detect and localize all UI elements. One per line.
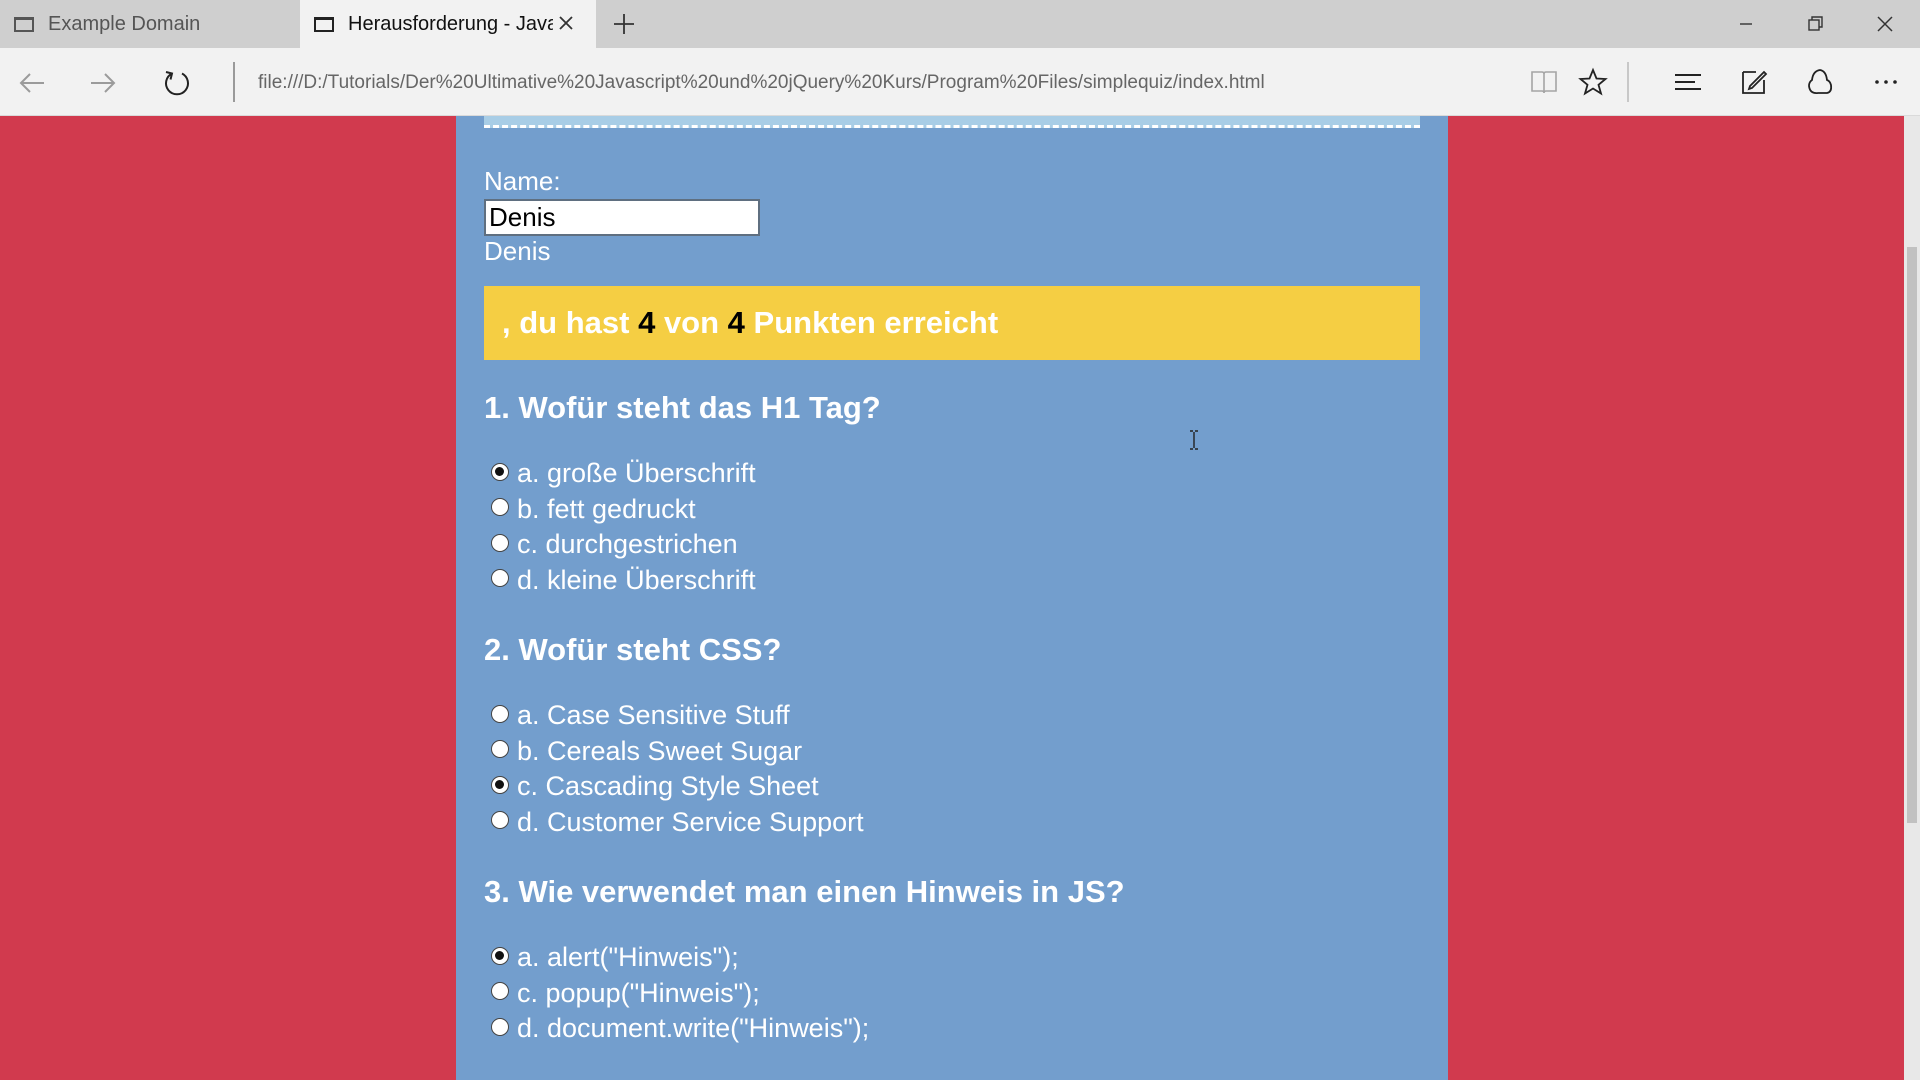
address-separator <box>233 62 235 102</box>
answer-label: b. Cereals Sweet Sugar <box>517 735 803 766</box>
radio-button[interactable] <box>491 740 509 759</box>
address-bar[interactable]: file:///D:/Tutorials/Der%20Ultimative%20… <box>258 68 1508 98</box>
close-icon[interactable] <box>556 13 576 33</box>
reading-view-icon[interactable] <box>1529 67 1559 97</box>
answer-option[interactable]: a. Case Sensitive Stuff <box>484 698 864 734</box>
radio-button[interactable] <box>491 704 509 723</box>
navigation-bar: file:///D:/Tutorials/Der%20Ultimative%20… <box>0 48 1920 116</box>
result-suffix: Punkten erreicht <box>744 305 999 340</box>
answer-option[interactable]: d. kleine Überschrift <box>484 563 881 599</box>
star-icon[interactable] <box>1578 67 1608 97</box>
answer-label: a. große Überschrift <box>517 458 756 489</box>
forward-arrow-icon[interactable] <box>88 68 118 98</box>
question-2: 2. Wofür steht CSS? a. Case Sensitive St… <box>484 632 864 840</box>
answer-option[interactable]: d. Customer Service Support <box>484 805 864 841</box>
vertical-scrollbar[interactable] <box>1904 116 1920 1080</box>
answer-option[interactable]: b. Cereals Sweet Sugar <box>484 734 864 770</box>
result-score: 4 <box>638 305 656 340</box>
tab-example-domain[interactable]: Example Domain <box>0 0 300 48</box>
answer-option[interactable]: d. document.write("Hinweis"); <box>484 1011 1125 1047</box>
answer-label: d. document.write("Hinweis"); <box>517 1013 870 1044</box>
scrollbar-thumb[interactable] <box>1907 247 1917 823</box>
answer-label: c. Cascading Style Sheet <box>517 771 819 802</box>
plus-icon[interactable] <box>612 12 636 36</box>
result-total: 4 <box>727 305 745 340</box>
radio-button[interactable] <box>491 1017 509 1036</box>
tab-herausforderung[interactable]: Herausforderung - Javas <box>300 0 596 48</box>
share-icon[interactable] <box>1805 67 1835 97</box>
web-note-icon[interactable] <box>1739 67 1769 97</box>
radio-button[interactable] <box>491 462 509 481</box>
question-1: 1. Wofür steht das H1 Tag? a. große Über… <box>484 390 881 598</box>
answer-options: a. alert("Hinweis"); c. popup("Hinweis")… <box>484 940 1125 1047</box>
radio-button[interactable] <box>491 533 509 552</box>
tab-bar: Example Domain Herausforderung - Javas <box>0 0 1920 48</box>
answer-label: a. Case Sensitive Stuff <box>517 700 790 731</box>
answer-option[interactable]: a. große Überschrift <box>484 456 881 492</box>
window-close-icon[interactable] <box>1873 12 1897 36</box>
back-arrow-icon[interactable] <box>17 68 47 98</box>
quiz-panel: Name: Denis , du hast 4 von 4 Punkten er… <box>456 116 1448 1080</box>
answer-options: a. große Überschrift b. fett gedruckt c.… <box>484 456 881 598</box>
refresh-icon[interactable] <box>162 68 192 98</box>
name-label: Name: <box>484 166 561 196</box>
answer-option[interactable]: b. fett gedruckt <box>484 492 881 528</box>
answer-label: b. fett gedruckt <box>517 493 696 524</box>
tab-page-icon <box>14 16 34 32</box>
text-cursor-icon <box>1190 430 1198 450</box>
restore-icon[interactable] <box>1803 12 1827 36</box>
result-prefix: , du hast <box>502 305 639 340</box>
hub-icon[interactable] <box>1673 67 1703 97</box>
answer-label: c. popup("Hinweis"); <box>517 977 760 1008</box>
minimize-icon[interactable] <box>1734 12 1758 36</box>
radio-button[interactable] <box>491 982 509 1001</box>
name-input[interactable] <box>484 199 760 236</box>
question-title: 1. Wofür steht das H1 Tag? <box>484 390 881 425</box>
answer-label: d. kleine Überschrift <box>517 564 756 595</box>
toolbar-separator <box>1627 62 1629 102</box>
name-output: Denis <box>484 236 551 266</box>
question-title: 3. Wie verwendet man einen Hinweis in JS… <box>484 874 1125 909</box>
page-viewport: Name: Denis , du hast 4 von 4 Punkten er… <box>0 116 1904 1080</box>
result-middle: von <box>655 305 728 340</box>
answer-label: a. alert("Hinweis"); <box>517 942 739 973</box>
answer-option[interactable]: c. durchgestrichen <box>484 527 881 563</box>
radio-button[interactable] <box>491 775 509 794</box>
question-title: 2. Wofür steht CSS? <box>484 632 782 667</box>
answer-option[interactable]: a. alert("Hinweis"); <box>484 940 1125 976</box>
header-edge <box>484 116 1420 128</box>
radio-button[interactable] <box>491 498 509 517</box>
tab-page-icon <box>314 16 334 32</box>
question-3: 3. Wie verwendet man einen Hinweis in JS… <box>484 874 1125 1047</box>
radio-button[interactable] <box>491 946 509 965</box>
result-banner: , du hast 4 von 4 Punkten erreicht <box>484 286 1420 360</box>
tab-title: Herausforderung - Javas <box>348 12 553 35</box>
tab-title: Example Domain <box>48 12 201 35</box>
answer-label: d. Customer Service Support <box>517 806 864 837</box>
radio-button[interactable] <box>491 811 509 830</box>
answer-label: c. durchgestrichen <box>517 529 738 560</box>
answer-option[interactable]: c. popup("Hinweis"); <box>484 976 1125 1012</box>
answer-options: a. Case Sensitive Stuff b. Cereals Sweet… <box>484 698 864 840</box>
more-icon[interactable] <box>1871 67 1901 97</box>
answer-option[interactable]: c. Cascading Style Sheet <box>484 769 864 805</box>
radio-button[interactable] <box>491 569 509 588</box>
